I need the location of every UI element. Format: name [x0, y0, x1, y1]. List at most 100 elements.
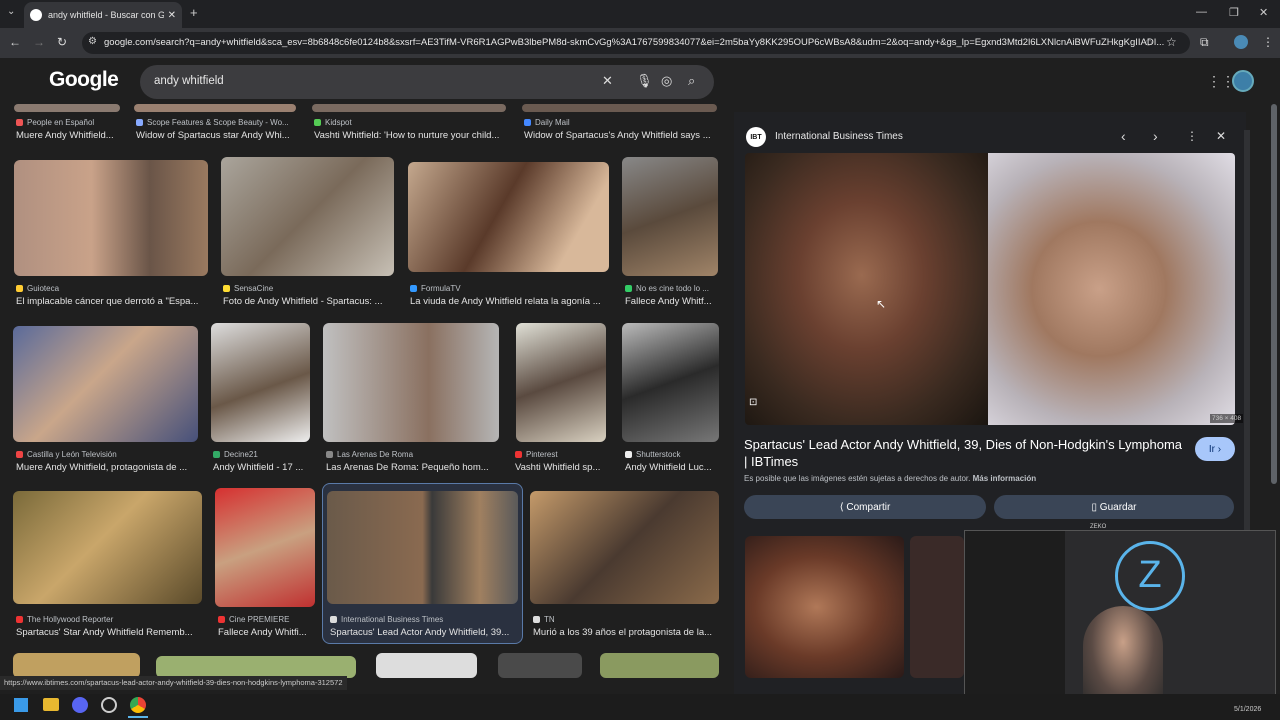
site-info-icon[interactable]: ⚙ [88, 36, 97, 47]
result-image[interactable] [516, 323, 606, 442]
discord-icon[interactable] [72, 697, 88, 713]
channel-logo: Z [1115, 541, 1185, 611]
new-tab-icon[interactable]: + [190, 5, 198, 20]
result-image[interactable] [498, 653, 582, 678]
result-image[interactable] [215, 488, 315, 607]
microphone-icon[interactable]: 🎙 [636, 73, 653, 89]
related-image[interactable] [745, 536, 904, 678]
chrome-icon[interactable] [130, 697, 146, 713]
account-avatar[interactable] [1232, 70, 1254, 92]
result-image[interactable] [14, 160, 208, 276]
result-caption[interactable]: El implacable cáncer que derrotó a "Espa… [16, 296, 206, 307]
status-bar: https://www.ibtimes.com/spartacus-lead-a… [0, 676, 347, 690]
obs-icon[interactable] [101, 697, 117, 713]
result-caption[interactable]: Murió a los 39 años el protagonista de l… [533, 627, 719, 638]
next-icon[interactable]: › [1153, 128, 1158, 144]
result-source: Daily Mail [524, 118, 714, 127]
result-caption[interactable]: Las Arenas De Roma: Pequeño hom... [326, 462, 498, 473]
profile-avatar[interactable] [1234, 35, 1248, 49]
taskbar-date: 5/1/2026 [1234, 706, 1262, 713]
apps-grid-icon[interactable]: ⋮⋮ [1207, 73, 1235, 90]
result-image[interactable] [13, 653, 140, 678]
panel-source[interactable]: International Business Times [775, 131, 903, 142]
result-source: FormulaTV [410, 284, 610, 293]
result-image[interactable] [522, 104, 717, 112]
result-image[interactable] [327, 491, 518, 604]
share-icon: ⟨ [839, 501, 844, 513]
windows-start-icon[interactable] [14, 698, 28, 712]
result-source: The Hollywood Reporter [16, 615, 206, 624]
result-image[interactable] [14, 104, 120, 112]
address-bar[interactable]: google.com/search?q=andy+whitfield&sca_e… [82, 32, 1190, 54]
result-caption[interactable]: Foto de Andy Whitfield - Spartacus: ... [223, 296, 389, 307]
result-image[interactable] [13, 491, 202, 604]
search-icon[interactable]: ⌕ [688, 73, 695, 89]
result-caption[interactable]: Spartacus' Lead Actor Andy Whitfield, 39… [330, 627, 518, 638]
result-image[interactable] [221, 157, 394, 276]
save-button[interactable]: ▯ Guardar [994, 495, 1234, 519]
result-image[interactable] [134, 104, 296, 112]
result-caption[interactable]: Widow of Spartacus's Andy Whitfield says… [524, 130, 718, 141]
close-window-icon[interactable]: ✕ [1259, 6, 1268, 19]
result-image[interactable] [323, 323, 499, 442]
lens-search-icon[interactable]: ⊡ [749, 397, 765, 411]
eye-off-icon[interactable]: ◌ [1145, 35, 1152, 49]
result-caption[interactable]: Fallece Andy Whitfi... [218, 627, 316, 638]
preview-image[interactable] [745, 153, 1235, 425]
menu-icon[interactable]: ⋮ [1262, 35, 1274, 49]
prev-icon[interactable]: ‹ [1121, 128, 1126, 144]
source-logo: IBT [746, 127, 766, 147]
panel-title[interactable]: Spartacus' Lead Actor Andy Whitfield, 39… [744, 436, 1184, 470]
result-source: Decine21 [213, 450, 313, 459]
related-image[interactable] [910, 536, 964, 678]
result-image[interactable] [600, 653, 719, 678]
result-image[interactable] [312, 104, 506, 112]
result-image[interactable] [211, 323, 310, 442]
minimize-icon[interactable]: — [1196, 6, 1207, 18]
result-image[interactable] [622, 323, 719, 442]
close-panel-icon[interactable]: ✕ [1216, 129, 1226, 143]
extensions-icon[interactable]: ⧉ [1200, 35, 1209, 50]
file-explorer-icon[interactable] [43, 698, 59, 711]
go-button[interactable]: Ir › [1195, 437, 1235, 461]
search-input[interactable]: andy whitfield [140, 65, 714, 99]
result-image[interactable] [622, 157, 718, 276]
result-caption[interactable]: Spartacus' Star Andy Whitfield Rememb... [16, 627, 202, 638]
result-caption[interactable]: Vashti Whitfield sp... [515, 462, 608, 473]
restore-icon[interactable]: ❐ [1229, 6, 1239, 19]
result-image[interactable] [408, 162, 609, 272]
copyright-notice: Es posible que las imágenes estén sujeta… [744, 474, 1037, 483]
page-scrollbar-thumb[interactable] [1271, 104, 1277, 484]
browser-tab[interactable]: andy whitfield - Buscar con Go... ✕ [24, 2, 182, 28]
result-image[interactable] [530, 491, 719, 604]
more-options-icon[interactable]: ⋮ [1186, 129, 1198, 143]
result-caption[interactable]: Fallece Andy Whitf... [625, 296, 719, 307]
result-caption[interactable]: Andy Whitfield Luc... [625, 462, 719, 473]
result-source: Guioteca [16, 284, 206, 293]
lens-icon[interactable]: ◎ [661, 73, 672, 89]
result-source: Shutterstock [625, 450, 720, 459]
result-image[interactable] [13, 326, 198, 442]
image-dimensions: 736 × 408 [1210, 414, 1244, 423]
share-button[interactable]: ⟨ Compartir [744, 495, 986, 519]
result-image[interactable] [376, 653, 477, 678]
close-tab-icon[interactable]: ✕ [168, 10, 176, 21]
result-source: Castilla y León Televisión [16, 450, 201, 459]
result-caption[interactable]: La viuda de Andy Whitfield relata la ago… [410, 296, 610, 307]
back-icon[interactable]: ← [9, 35, 21, 49]
result-caption[interactable]: Andy Whitfield - 17 ... [213, 462, 311, 473]
result-caption[interactable]: Muere Andy Whitfield... [16, 130, 122, 141]
google-logo[interactable]: Google [49, 68, 119, 92]
tab-title: andy whitfield - Buscar con Go... [48, 10, 164, 20]
result-image[interactable] [156, 656, 356, 678]
bookmark-star-icon[interactable]: ☆ [1166, 35, 1177, 49]
forward-icon[interactable]: → [33, 35, 45, 49]
result-caption[interactable]: Vashti Whitfield: 'How to nurture your c… [314, 130, 506, 141]
result-caption[interactable]: Muere Andy Whitfield, protagonista de ..… [16, 462, 196, 473]
result-source: Kidspot [314, 118, 504, 127]
clear-icon[interactable]: ✕ [602, 73, 613, 89]
reload-icon[interactable]: ↻ [57, 35, 67, 49]
more-info-link[interactable]: Más información [973, 474, 1037, 483]
result-caption[interactable]: Widow of Spartacus star Andy Whi... [136, 130, 296, 141]
tab-search-icon[interactable]: ⌄ [7, 6, 15, 17]
